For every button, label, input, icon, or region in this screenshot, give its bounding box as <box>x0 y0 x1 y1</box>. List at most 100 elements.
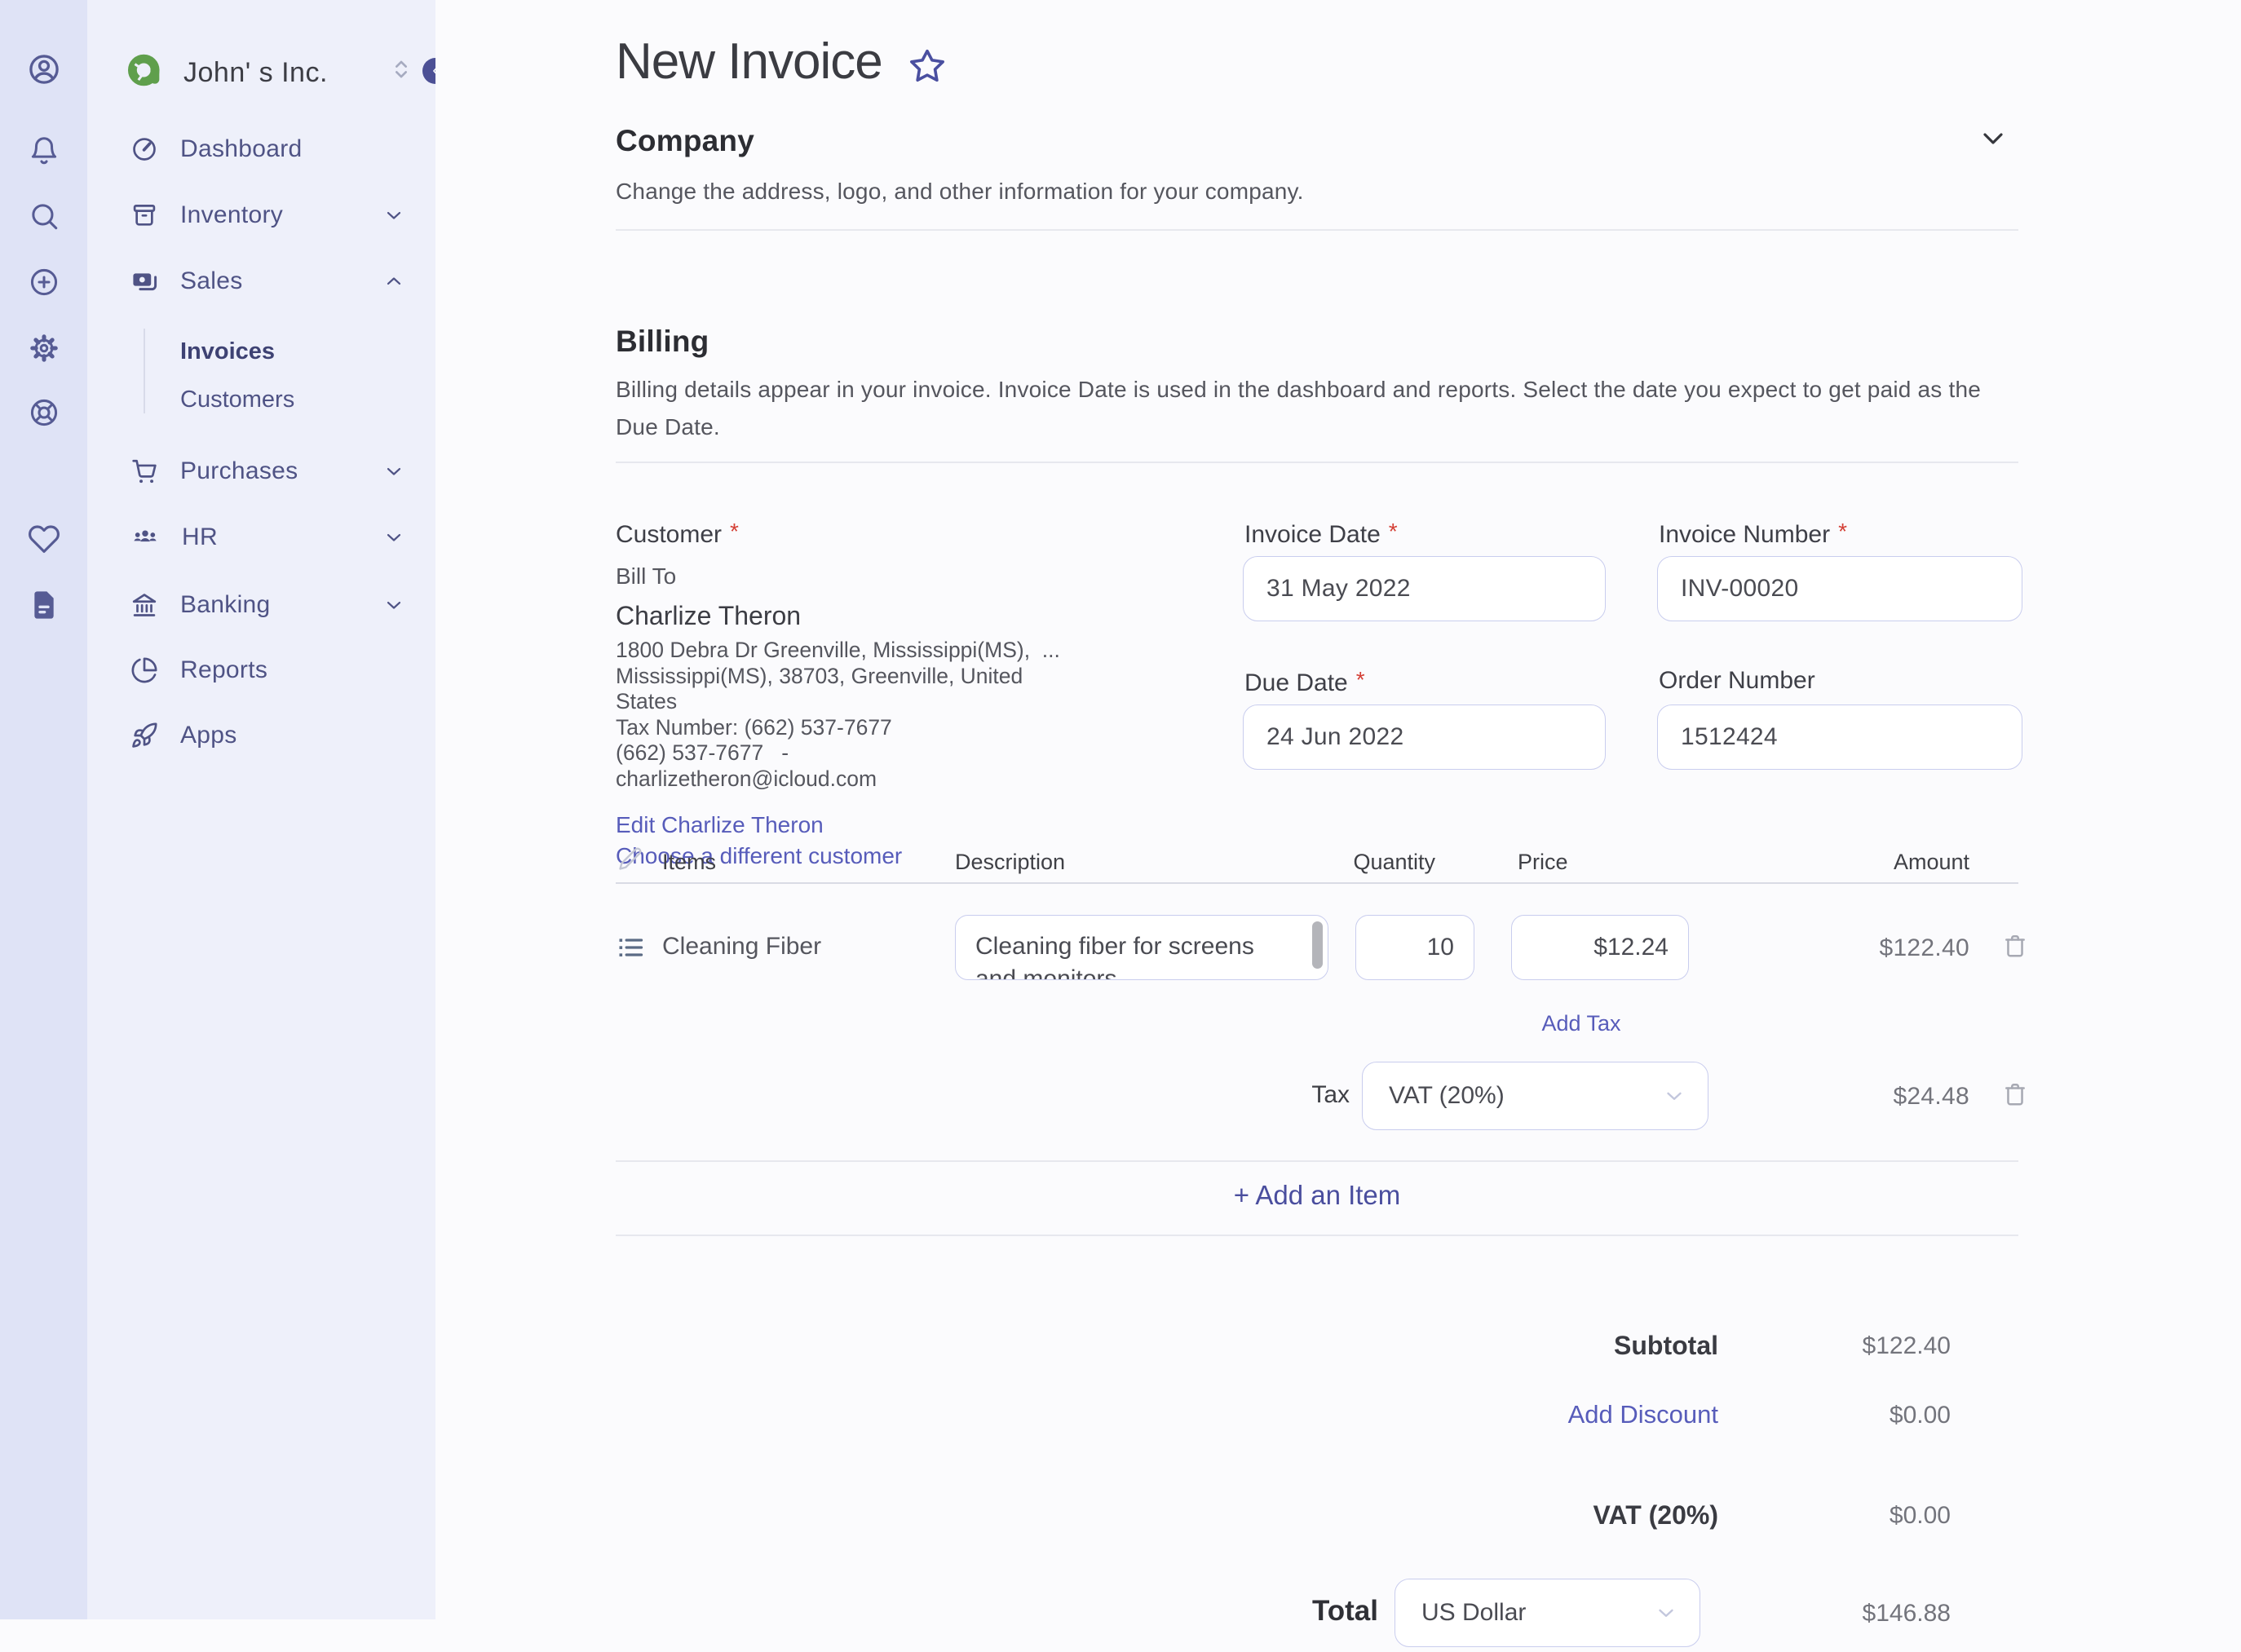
subnav-indent-line <box>144 329 145 413</box>
sidebar-item-inventory[interactable]: Inventory <box>87 189 435 241</box>
column-header-description: Description <box>955 850 1066 874</box>
items-divider <box>616 1160 2018 1162</box>
sidebar-item-label: HR <box>182 523 218 550</box>
favorites-heart-icon[interactable] <box>0 523 87 555</box>
tax-amount: $24.48 <box>1893 1083 1969 1110</box>
icon-rail <box>0 0 87 1619</box>
add-tax-link[interactable]: Add Tax <box>1479 1011 1683 1036</box>
people-group-icon <box>130 523 160 552</box>
customer-name: Charlize Theron <box>616 601 802 630</box>
column-header-price: Price <box>1518 850 1568 874</box>
settings-gear-icon[interactable] <box>0 333 87 364</box>
item-amount: $122.40 <box>1879 934 1969 961</box>
chevron-up-icon <box>382 270 405 293</box>
main-content: New Invoice Company Change the address, … <box>435 0 2241 1647</box>
tax-select[interactable]: VAT (20%) <box>1362 1062 1708 1130</box>
required-marker: * <box>1838 519 1847 544</box>
vat-row: VAT (20%) $0.00 <box>616 1500 2018 1536</box>
sidebar-item-purchases[interactable]: Purchases <box>87 445 435 497</box>
invoice-number-input[interactable] <box>1657 556 2022 621</box>
discount-row: Add Discount $0.00 <box>616 1400 2018 1436</box>
delete-tax-trash-icon[interactable] <box>2002 1081 2028 1107</box>
billing-section-description: Billing details appear in your invoice. … <box>616 377 1982 440</box>
due-date-input[interactable] <box>1243 705 1606 770</box>
vat-value: $0.00 <box>1889 1502 1951 1529</box>
item-description-wrapper <box>955 915 1328 980</box>
textarea-scrollbar-thumb[interactable] <box>1312 921 1323 969</box>
section-divider <box>616 462 2018 463</box>
invoice-number-group: Invoice Number * <box>1657 519 2022 625</box>
search-icon[interactable] <box>0 201 87 232</box>
tax-select-value: VAT (20%) <box>1389 1082 1505 1109</box>
invoice-number-label: Invoice Number <box>1659 521 1831 548</box>
company-section-title: Company <box>616 124 754 157</box>
company-logo <box>124 49 166 91</box>
company-name[interactable]: John' s Inc. <box>183 57 328 89</box>
quick-add-plus-icon[interactable] <box>0 267 87 298</box>
sidebar-item-customers[interactable]: Customers <box>180 384 294 415</box>
item-description-textarea[interactable] <box>955 915 1328 980</box>
account-icon[interactable] <box>0 52 87 86</box>
sidebar-item-reports[interactable]: Reports <box>87 644 435 696</box>
sidebar-item-hr[interactable]: HR <box>87 511 435 563</box>
sidebar-item-apps[interactable]: Apps <box>87 709 435 762</box>
customer-address-line: 1800 Debra Dr Greenville, Mississippi(MS… <box>616 638 1060 662</box>
subtotal-row: Subtotal $122.40 <box>616 1331 2018 1367</box>
sidebar-item-label: Sales <box>180 267 243 294</box>
edit-pencil-icon <box>618 846 643 871</box>
item-quantity-input[interactable] <box>1355 915 1474 980</box>
company-section-chevron-icon[interactable] <box>1977 122 2009 155</box>
edit-customer-link[interactable]: Edit Charlize Theron <box>616 810 1121 841</box>
item-price-input[interactable] <box>1511 915 1689 980</box>
favorite-star-icon[interactable] <box>908 47 946 85</box>
sales-wallet-icon <box>130 267 158 295</box>
sidebar-item-dashboard[interactable]: Dashboard <box>87 123 435 175</box>
customer-email: charlizetheron@icloud.com <box>616 766 877 791</box>
notifications-bell-icon[interactable] <box>0 135 87 166</box>
customer-address-line: States <box>616 689 678 713</box>
required-marker: * <box>1355 667 1365 692</box>
sidebar-item-label: Purchases <box>180 457 298 484</box>
total-label: Total <box>1311 1595 1378 1627</box>
dashboard-icon <box>130 135 158 163</box>
delete-item-trash-icon[interactable] <box>2002 933 2028 959</box>
documents-file-icon[interactable] <box>0 589 87 621</box>
help-lifebuoy-icon[interactable] <box>0 397 87 428</box>
company-section-description: Change the address, logo, and other info… <box>616 179 1304 204</box>
total-value: $146.88 <box>1862 1600 1951 1627</box>
sidebar-item-label: Customers <box>180 386 295 413</box>
item-list-icon[interactable] <box>616 933 645 962</box>
section-divider <box>616 229 2018 231</box>
due-date-group: Due Date * <box>1243 667 1606 773</box>
sidebar-item-sales[interactable]: Sales <box>87 255 435 307</box>
column-header-quantity: Quantity <box>1353 850 1435 874</box>
company-switcher-icon[interactable] <box>387 55 415 83</box>
item-name[interactable]: Cleaning Fiber <box>662 933 821 961</box>
discount-value: $0.00 <box>1889 1402 1951 1429</box>
add-discount-link[interactable]: Add Discount <box>616 1400 1718 1429</box>
add-item-button[interactable]: + Add an Item <box>616 1180 2018 1211</box>
tax-label: Tax <box>1311 1081 1350 1108</box>
order-number-label: Order Number <box>1659 667 1815 694</box>
bill-to-label: Bill To <box>616 563 677 589</box>
customer-label: Customer <box>616 521 723 548</box>
sidebar-item-label: Apps <box>180 722 237 749</box>
due-date-label: Due Date <box>1244 669 1348 696</box>
chevron-down-icon <box>1662 1084 1686 1108</box>
sidebar-item-invoices[interactable]: Invoices <box>180 336 275 367</box>
order-number-input[interactable] <box>1657 705 2022 770</box>
invoice-date-input[interactable] <box>1243 556 1606 621</box>
tax-row: Tax VAT (20%) $24.48 <box>616 1062 2025 1130</box>
sidebar-item-label: Inventory <box>180 201 284 228</box>
required-marker: * <box>1388 519 1398 544</box>
column-header-amount: Amount <box>1893 850 1969 874</box>
chevron-down-icon <box>382 204 405 227</box>
customer-tax-number: Tax Number: (662) 537-7677 <box>616 714 892 740</box>
invoice-date-group: Invoice Date * <box>1243 519 1606 625</box>
sidebar: John' s Inc. Dashboard Inventory Sales I… <box>87 0 449 1619</box>
subtotal-value: $122.40 <box>1862 1332 1951 1359</box>
sidebar-item-banking[interactable]: Banking <box>87 579 435 631</box>
currency-select[interactable]: US Dollar <box>1395 1579 1700 1647</box>
customer-block: Customer * Bill To Charlize Theron 1800 D… <box>616 519 1121 872</box>
currency-select-value: US Dollar <box>1421 1599 1527 1626</box>
